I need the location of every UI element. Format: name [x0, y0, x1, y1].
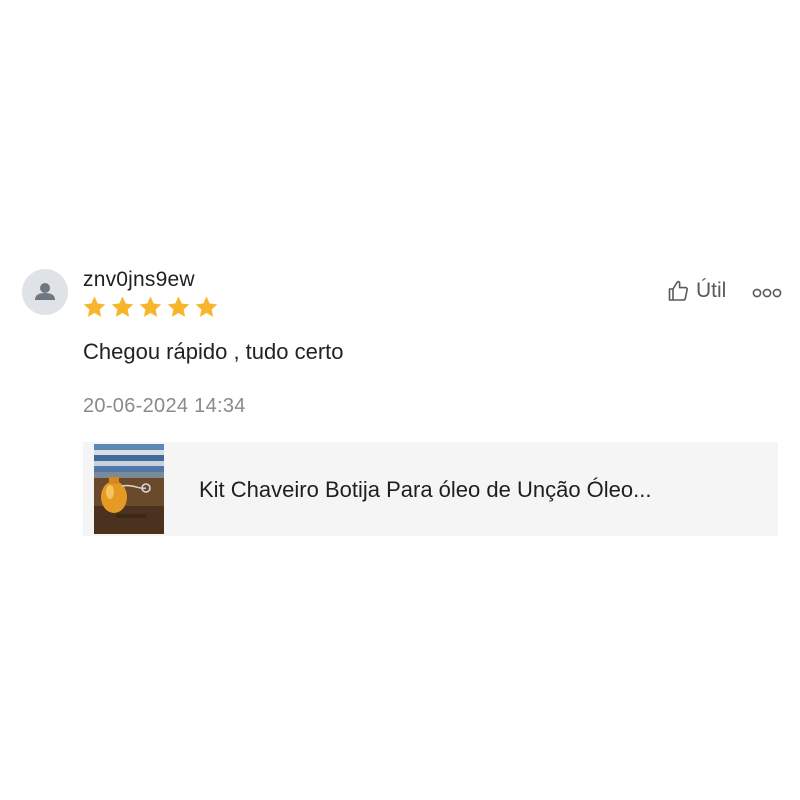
- star-icon: [139, 296, 162, 317]
- star-icon: [167, 296, 190, 317]
- helpful-label: Útil: [696, 279, 727, 302]
- page: znv0jns9ew Útil Chegou rápido , tudo cer…: [0, 0, 800, 800]
- review-item: znv0jns9ew Útil Chegou rápido , tudo cer…: [0, 0, 800, 800]
- star-rating: [82, 295, 219, 320]
- review-timestamp: 20-06-2024 14:34: [83, 395, 246, 417]
- star-icon: [83, 296, 106, 317]
- star-icon: [111, 296, 134, 317]
- product-thumbnail: [94, 444, 164, 534]
- more-options-button[interactable]: [751, 284, 783, 302]
- helpful-button[interactable]: Útil: [666, 279, 726, 303]
- review-comment: Chegou rápido , tudo certo: [83, 339, 344, 364]
- thumbs-up-icon: [668, 280, 688, 301]
- product-title: Kit Chaveiro Botija Para óleo de Unção Ó…: [199, 477, 652, 502]
- avatar[interactable]: [22, 269, 68, 315]
- star-icon: [195, 296, 218, 317]
- product-link-card[interactable]: Kit Chaveiro Botija Para óleo de Unção Ó…: [83, 442, 778, 536]
- product-image: [94, 444, 164, 534]
- more-options-icon: [752, 288, 782, 298]
- reviewer-username: znv0jns9ew: [83, 268, 195, 291]
- user-silhouette-icon: [35, 283, 55, 300]
